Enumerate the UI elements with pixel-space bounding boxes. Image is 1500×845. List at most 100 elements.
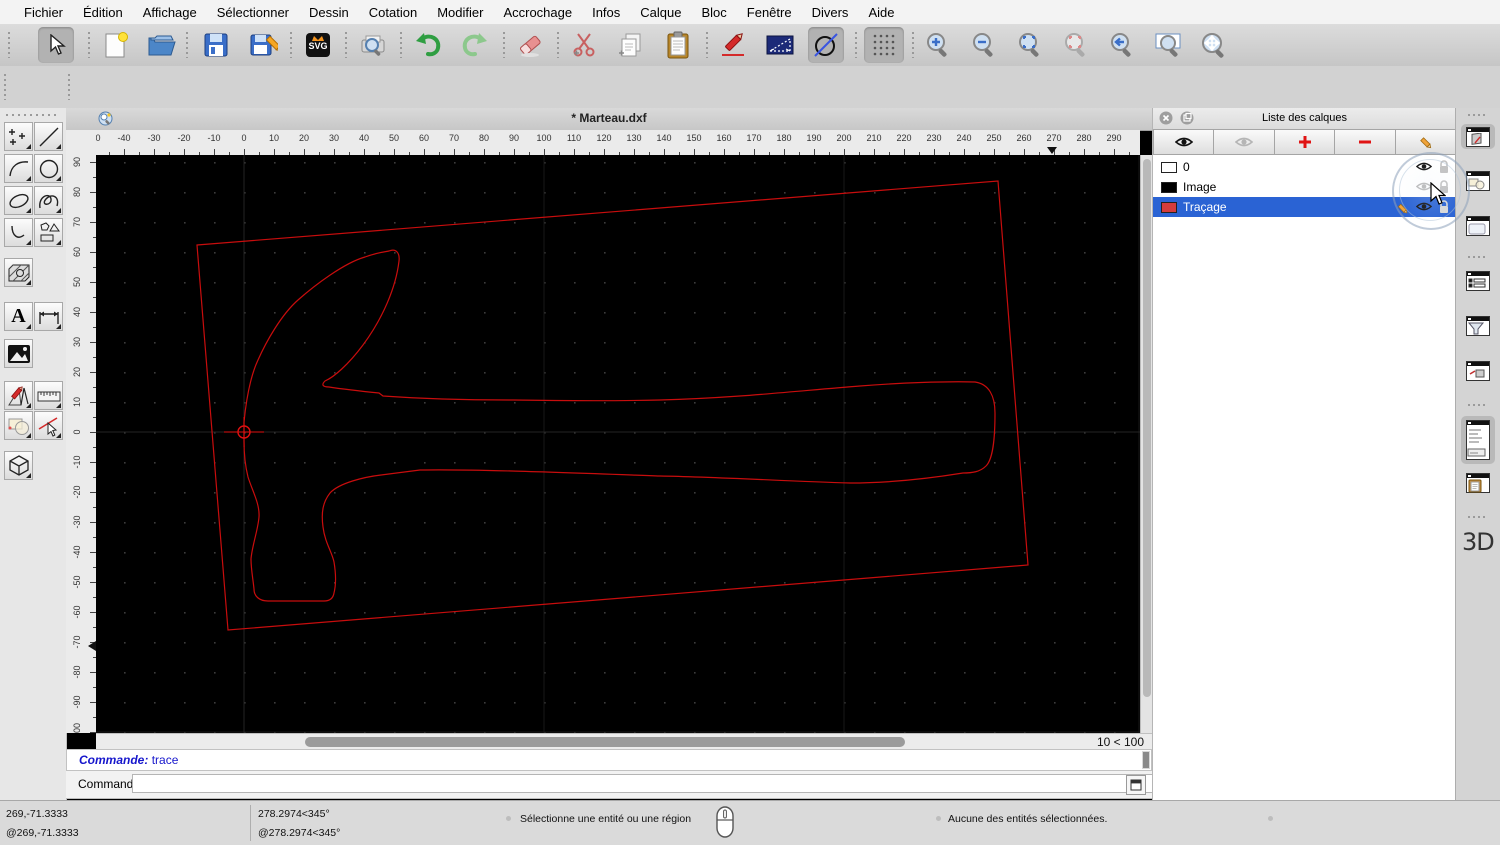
hatch-tool-button[interactable] [4, 258, 33, 287]
text-tool-button[interactable]: A [4, 302, 33, 331]
circle-tool-button[interactable] [34, 154, 63, 183]
text-a-icon: A [11, 305, 26, 327]
drawing-canvas[interactable] [96, 155, 1140, 733]
show-all-layers-button[interactable] [1153, 129, 1215, 155]
document-window-titlebar[interactable]: * Marteau.dxf [66, 108, 1152, 131]
arc-tool-button[interactable] [4, 154, 33, 183]
menu-item[interactable]: Calque [630, 5, 691, 20]
dock-library-browser-button[interactable] [1461, 124, 1495, 149]
zoom-in-button[interactable] [920, 27, 956, 63]
dock-block-list-button[interactable] [1464, 168, 1492, 193]
menu-item[interactable]: Édition [73, 5, 133, 20]
menu-item[interactable]: Fenêtre [737, 5, 802, 20]
polyline-tool-button[interactable] [4, 218, 33, 247]
menu-item[interactable]: Modifier [427, 5, 493, 20]
measure-tool-button[interactable] [34, 381, 63, 410]
layer-row-selected[interactable]: Traçage [1153, 197, 1456, 217]
undo-button[interactable] [410, 27, 446, 63]
zoom-pan-button[interactable] [1196, 27, 1232, 63]
layer-lock-icon[interactable] [1438, 160, 1450, 174]
dock-selection-filter-button[interactable] [1464, 313, 1492, 338]
h-ruler-label: 50 [388, 133, 399, 143]
menu-item[interactable]: Aide [858, 5, 904, 20]
save-button[interactable] [198, 27, 234, 63]
layer-color-swatch[interactable] [1161, 181, 1177, 193]
add-layer-button[interactable] [1274, 129, 1336, 155]
v-ruler-label: 20 [72, 367, 82, 378]
dock-pen-settings-button[interactable] [1464, 358, 1492, 383]
3d-tools-button[interactable] [4, 451, 33, 480]
menu-item[interactable]: Fichier [14, 5, 73, 20]
line-tool-button[interactable] [34, 122, 63, 151]
image-tool-button[interactable] [4, 339, 33, 368]
zoom-previous-button[interactable] [1058, 27, 1094, 63]
modify-tools-button[interactable] [4, 381, 33, 410]
layer-color-swatch[interactable] [1161, 161, 1177, 173]
detach-console-button[interactable] [1126, 775, 1146, 795]
hide-all-layers-button[interactable] [1214, 129, 1275, 155]
zoom-back-icon [1108, 31, 1136, 59]
copy-button[interactable] [613, 27, 649, 63]
command-input[interactable] [132, 774, 1176, 793]
edit-layer-button[interactable] [1395, 129, 1457, 155]
menu-item[interactable]: Sélectionner [207, 5, 299, 20]
h-ruler-label: 220 [896, 133, 912, 143]
dimension-tool-button[interactable] [34, 302, 63, 331]
dock-layer-list-button[interactable] [1464, 268, 1492, 293]
distance-tool-button[interactable] [762, 27, 798, 63]
paste-button[interactable] [660, 27, 696, 63]
menu-item[interactable]: Infos [582, 5, 630, 20]
dock-command-widget-button[interactable] [1461, 416, 1495, 464]
toolbar-separator [706, 32, 708, 58]
new-document-button[interactable] [98, 27, 134, 63]
status-dot [936, 816, 941, 821]
save-as-button[interactable] [246, 27, 282, 63]
scrollbar-thumb[interactable] [1143, 159, 1151, 697]
h-ruler-label: 10 [268, 133, 279, 143]
delete-button[interactable] [512, 27, 548, 63]
status-separator [250, 805, 251, 841]
menu-item[interactable]: Bloc [691, 5, 736, 20]
zoom-out-button[interactable] [966, 27, 1002, 63]
h-ruler-label: -10 [207, 133, 221, 143]
zoom-back-button[interactable] [1104, 27, 1140, 63]
zoom-window-button[interactable] [1150, 27, 1186, 63]
block-tools-button[interactable] [4, 411, 33, 440]
dock-preview-button[interactable] [1464, 213, 1492, 238]
menu-item[interactable]: Affichage [133, 5, 207, 20]
view-3d-button[interactable]: 3D [1462, 528, 1495, 556]
history-scrollbar[interactable] [1142, 751, 1150, 769]
redo-button[interactable] [457, 27, 493, 63]
layer-edit-pencil-icon[interactable] [1395, 201, 1409, 215]
layer-color-swatch[interactable] [1161, 201, 1177, 213]
cut-button[interactable] [566, 27, 602, 63]
draw-pencil-button[interactable] [715, 27, 751, 63]
canvas-horizontal-scrollbar[interactable]: 10 < 100 [96, 733, 1152, 750]
dock-clipboard-button[interactable] [1464, 470, 1492, 495]
layer-row[interactable]: 0 [1153, 157, 1456, 177]
open-file-button[interactable] [144, 27, 180, 63]
menu-item[interactable]: Divers [802, 5, 859, 20]
eraser-icon [516, 32, 544, 58]
spline-tool-button[interactable] [34, 186, 63, 215]
svg-export-button[interactable]: SVG [300, 27, 336, 63]
layer-visible-icon[interactable] [1416, 161, 1432, 172]
menu-item[interactable]: Dessin [299, 5, 359, 20]
select-entity-button[interactable] [34, 411, 63, 440]
circle-line-button[interactable] [808, 27, 844, 63]
layer-row[interactable]: Image [1153, 177, 1456, 197]
remove-layer-button[interactable] [1335, 129, 1396, 155]
grid-toggle-button[interactable] [864, 27, 904, 63]
toolbar-handle [8, 32, 10, 58]
scrollbar-thumb[interactable] [305, 737, 905, 747]
print-preview-button[interactable] [355, 27, 391, 63]
layer-panel-header: Liste des calques [1153, 108, 1456, 130]
zoom-auto-button[interactable] [1012, 27, 1048, 63]
menu-item[interactable]: Cotation [359, 5, 427, 20]
ellipse-tool-button[interactable] [4, 186, 33, 215]
select-tool-button[interactable] [38, 27, 74, 63]
library-browser-icon [1466, 126, 1490, 147]
points-tool-button[interactable] [4, 122, 33, 151]
menu-item[interactable]: Accrochage [493, 5, 582, 20]
polygon-tool-button[interactable] [34, 218, 63, 247]
